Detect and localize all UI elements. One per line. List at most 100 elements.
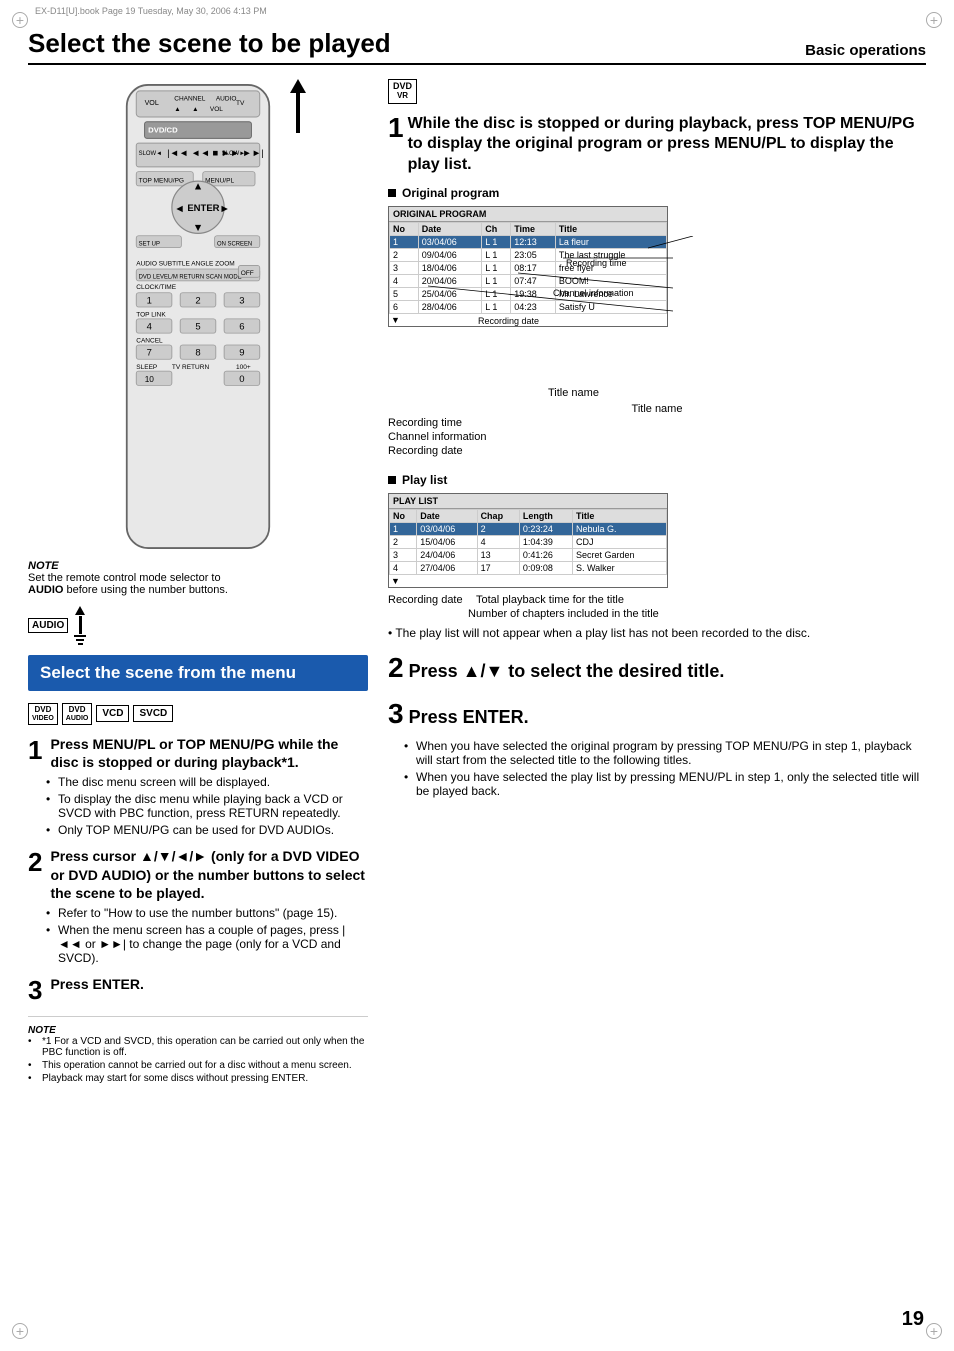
step3-left-title: Press ENTER. [50,975,143,993]
orig-annotation-labels-below: Title name Recording time Channel inform… [388,403,926,457]
square-marker-playlist [388,476,396,484]
section-label: Basic operations [805,42,926,59]
audio-indicator: AUDIO [28,606,368,645]
svg-text:1: 1 [147,295,152,306]
step2-left-bullets: Refer to "How to use the number buttons"… [46,906,368,965]
svg-text:▲: ▲ [174,106,180,113]
page-container: EX-D11[U].book Page 19 Tuesday, May 30, … [0,0,954,1351]
svg-text:TOP MENU/PG: TOP MENU/PG [139,177,184,184]
orig-col-time: Time [511,223,556,236]
step2-bullet-1: Refer to "How to use the number buttons"… [46,906,368,920]
svg-text:100+: 100+ [236,364,251,371]
svg-text:►: ► [219,203,230,215]
step2-bullet-2: When the menu screen has a couple of pag… [46,923,368,965]
svg-text:CHANNEL: CHANNEL [174,95,206,102]
svg-text:◄: ◄ [174,203,185,215]
original-program-label: Original program [402,186,499,200]
main-content: VOL CHANNEL AUDIO ▲ ▲ VOL TV DVD/CD SLOW… [28,79,926,1086]
orig-program-table: No Date Ch Time Title 1 03/04/06 L 1 [389,222,667,314]
orig-annot-channel: Channel information [388,431,926,443]
svg-text:OFF: OFF [241,270,254,277]
svg-text:7: 7 [147,348,152,359]
playlist-annot-chapters: Number of chapters included in the title [468,608,926,620]
svg-text:AUDIO SUBTITLE ANGLE ZOOM: AUDIO SUBTITLE ANGLE ZOOM [136,260,234,267]
original-program-header: Original program [388,186,926,200]
svg-text:3: 3 [239,295,244,306]
step3-right-title: 3 Press ENTER. [388,696,926,732]
step1-bullet-3: Only TOP MENU/PG can be used for DVD AUD… [46,823,368,837]
orig-annot-date: Recording date [388,445,926,457]
bottom-note-item-2: • This operation cannot be carried out f… [28,1060,368,1071]
step2-left-number: 2 [28,847,42,878]
svg-text:DVD/CD: DVD/CD [148,125,178,134]
step2-right: 2 Press ▲/▼ to select the desired title. [388,650,926,686]
file-info: EX-D11[U].book Page 19 Tuesday, May 30, … [35,6,267,16]
step1-bullet-2: To display the disc menu while playing b… [46,792,368,820]
svg-text:4: 4 [147,322,152,333]
svg-text:|◄◄ ◄◄ ■ ►► ►►|: |◄◄ ◄◄ ■ ►► ►►| [167,148,263,159]
remote-control-image: VOL CHANNEL AUDIO ▲ ▲ VOL TV DVD/CD SLOW… [101,79,296,554]
svg-text:▲: ▲ [193,180,204,192]
orig-annotation-labels: Title name [388,387,708,399]
svg-text:2: 2 [195,295,200,306]
step3-right: 3 Press ENTER. When you have selected th… [388,696,926,797]
step1-left-bullets: The disc menu screen will be displayed. … [46,775,368,837]
original-program-section: Original program ORIGINAL PROGRAM No Dat… [388,186,926,457]
playlist-table-title: PLAY LIST [389,494,667,509]
orig-row-1: 1 03/04/06 L 1 12:13 La fleur [390,236,667,249]
page-header: Select the scene to be played Basic oper… [28,28,926,65]
playlist-row-1: 1 03/04/06 2 0:23:24 Nebula G. [390,523,667,536]
orig-col-ch: Ch [482,223,511,236]
step2-left: 2 Press cursor ▲/▼/◄/► (only for a DVD V… [28,847,368,965]
page-title: Select the scene to be played [28,28,391,59]
playlist-row-3: 3 24/04/06 13 0:41:26 Secret Garden [390,549,667,562]
step1-right-title: While the disc is stopped or during play… [408,114,926,176]
svg-text:CANCEL: CANCEL [136,338,163,345]
playlist-annot-date: Recording date [388,594,468,606]
playlist-table: No Date Chap Length Title 1 03/04/06 2 0… [389,509,667,575]
playlist-annotation-labels: Recording date Total playback time for t… [388,594,926,606]
step3-left-number: 3 [28,975,42,1006]
orig-col-no: No [390,223,419,236]
orig-annot-rectime: Recording time [388,417,926,429]
bottom-note-title: NOTE [28,1025,368,1036]
svg-text:ENTER: ENTER [187,203,219,214]
svg-text:SET UP: SET UP [139,241,160,247]
svg-text:8: 8 [195,348,200,359]
corner-mark-tr [926,12,942,28]
step1-left: 1 Press MENU/PL or TOP MENU/PG while the… [28,735,368,837]
playlist-scroll-indicator: ▼ [389,576,667,586]
svg-text:VOL: VOL [210,106,223,113]
badge-dvd-vr: DVD VR [388,79,417,104]
corner-mark-br [926,1323,942,1339]
playlist-row-4: 4 27/04/06 17 0:09:08 S. Walker [390,562,667,575]
playlist-section: Play list PLAY LIST No Date Chap Length … [388,473,926,640]
orig-col-date: Date [418,223,482,236]
page-number: 19 [902,1308,924,1331]
note-1: NOTE Set the remote control mode selecto… [28,560,368,596]
note1-text: Set the remote control mode selector to … [28,572,368,596]
format-badges-left: DVD VIDEO DVD AUDIO VCD SVCD [28,703,368,725]
svg-text:▲: ▲ [192,106,198,113]
square-marker-orig [388,189,396,197]
playlist-label: Play list [402,473,447,487]
svg-text:VOL: VOL [145,99,159,107]
svg-text:ON SCREEN: ON SCREEN [217,241,252,247]
playlist-table-wrap: PLAY LIST No Date Chap Length Title [388,493,668,588]
bottom-note-bullets: • *1 For a VCD and SVCD, this operation … [28,1036,368,1084]
svg-text:SLOW◄: SLOW◄ [139,151,162,157]
orig-row-5: 5 25/04/06 L 1 19:38 Mr. Lawrence [390,288,667,301]
svg-text:▼: ▼ [193,222,204,234]
step2-right-title: 2 Press ▲/▼ to select the desired title. [388,650,926,686]
orig-row-6: 6 28/04/06 L 1 04:23 Satisfy U [390,301,667,314]
svg-text:TV RETURN: TV RETURN [172,364,210,371]
svg-text:CLOCK/TIME: CLOCK/TIME [136,284,176,291]
blue-header-box: Select the scene from the menu [28,655,368,691]
step2-left-title: Press cursor ▲/▼/◄/► (only for a DVD VID… [50,847,368,902]
playlist-header: Play list [388,473,926,487]
note1-title: NOTE [28,560,368,572]
title-name-label: Title name [548,387,708,399]
playlist-header-row: No Date Chap Length Title [390,510,667,523]
badge-dvd-audio: DVD AUDIO [62,703,93,725]
badge-svcd: SVCD [133,705,173,722]
